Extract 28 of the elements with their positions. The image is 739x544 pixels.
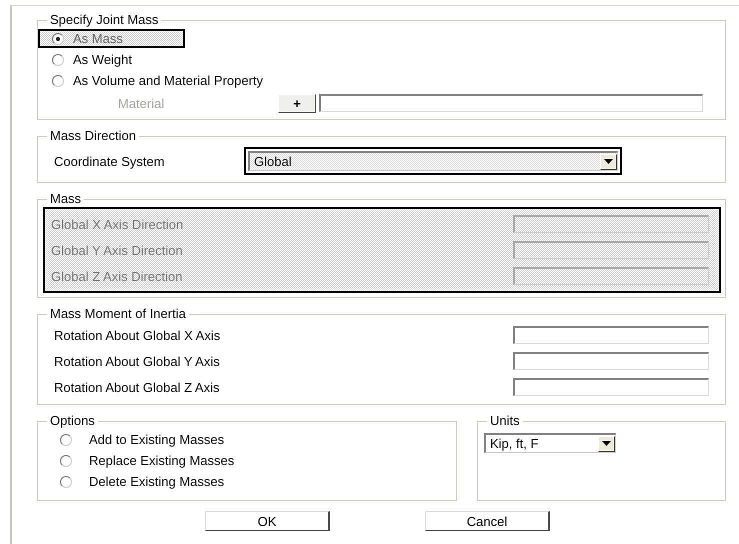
group-title: Units [489,413,521,429]
inertia-field[interactable] [513,326,709,344]
radio-option[interactable]: As Volume and Material Property [38,71,326,90]
radio-option[interactable]: Add to Existing Masses [58,429,446,450]
group-title: Specify Joint Mass [49,12,160,28]
field-label: Material [118,96,166,110]
material-field[interactable] [319,94,703,112]
group-title: Mass Moment of Inertia [49,306,187,322]
dialog-button[interactable]: OK [205,511,330,531]
inertia-field[interactable] [513,378,709,396]
field-label: Rotation About Global Z Axis [54,380,220,394]
group-title: Mass [49,191,82,207]
radio-option[interactable]: As Mass [38,29,185,48]
field-label: Coordinate System [54,154,166,168]
group-title: Options [49,413,96,429]
radio-option[interactable]: As Weight [38,50,194,69]
field-label: Global X Axis Direction [51,216,184,232]
inertia-field[interactable] [513,352,709,370]
radio-option[interactable]: Delete Existing Masses [58,471,446,492]
field-label: Global Y Axis Direction [51,242,183,258]
field-label: Rotation About Global Y Axis [54,354,220,368]
field-label: Global Z Axis Direction [51,268,182,284]
group-title: Mass Direction [49,128,137,144]
field-label: Rotation About Global X Axis [54,328,220,342]
units-dropdown[interactable]: Kip, ft, F [484,433,616,453]
coordinate-system-dropdown[interactable]: Global [248,151,618,171]
radio-option[interactable]: Replace Existing Masses [58,450,446,471]
dialog-button[interactable]: Cancel [425,511,550,531]
